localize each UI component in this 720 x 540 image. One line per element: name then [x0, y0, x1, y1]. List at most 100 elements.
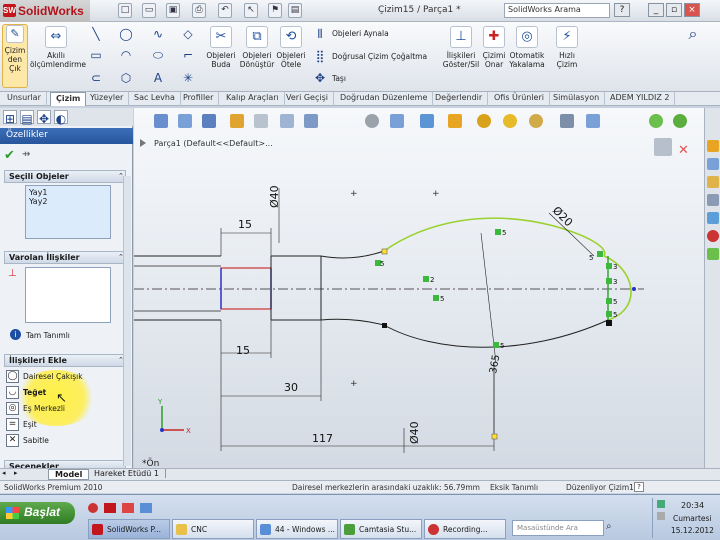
previous-view-icon[interactable] — [230, 114, 244, 128]
point-icon[interactable]: ✳ — [180, 70, 196, 86]
convert-entities-button[interactable]: ⧉ Objeleri Dönüştür — [238, 26, 276, 86]
print-icon[interactable]: ⎙ — [192, 3, 206, 18]
edit-appearance-icon[interactable] — [420, 114, 434, 128]
apply-scene-icon[interactable] — [448, 114, 462, 128]
tab-simulasyon[interactable]: Simülasyon — [548, 92, 606, 106]
exit-sketch-button[interactable]: ✎ Çizim den Çık — [2, 24, 28, 88]
trim-entities-button[interactable]: ✂ Objeleri Buda — [204, 26, 238, 86]
configuration-tab-icon[interactable]: ✥ — [37, 110, 51, 126]
dim-15-top[interactable]: 15 — [238, 218, 252, 231]
taskbar-camtasia[interactable]: Camtasia Stu... — [340, 519, 422, 539]
existing-relations-header[interactable]: Varolan İlişkiler — [4, 251, 126, 264]
relation-equal-button[interactable]: = Eşit — [6, 417, 124, 432]
scroll-right-icon[interactable]: ▸ — [14, 469, 24, 479]
design-library-icon[interactable] — [707, 158, 719, 170]
dim-diameter-40-bottom[interactable]: Ø40 — [408, 421, 421, 444]
open-folder-icon[interactable]: ▭ — [142, 3, 156, 18]
new-file-icon[interactable]: □ — [118, 3, 132, 18]
display-tab-icon[interactable]: ◐ — [54, 110, 68, 126]
undo-icon[interactable]: ↶ — [218, 3, 232, 18]
lights-icon[interactable] — [503, 114, 517, 128]
appearance-icon[interactable] — [649, 114, 663, 128]
dim-30[interactable]: 30 — [284, 381, 298, 394]
view-orientation-icon[interactable] — [202, 114, 216, 128]
ellipse-icon[interactable]: ⬭ — [150, 47, 166, 63]
tree-expand-icon[interactable] — [140, 139, 146, 147]
text-icon[interactable]: A — [150, 70, 166, 86]
tab-dogrudan-duzenleme[interactable]: Doğrudan Düzenleme — [335, 92, 434, 106]
tab-yuzeyler[interactable]: Yüzeyler — [85, 92, 130, 106]
mirror-label[interactable]: Objeleri Aynala — [332, 29, 389, 38]
rect-red[interactable] — [220, 267, 272, 310]
feature-tree-label[interactable]: Parça1 (Default<<Default>... — [154, 139, 273, 148]
tab-sac-levha[interactable]: Sac Levha — [129, 92, 181, 106]
tray-network-icon[interactable] — [657, 500, 665, 508]
endpoint-yellow-bottom[interactable] — [491, 433, 498, 440]
options-icon[interactable]: ▤ — [288, 3, 302, 18]
neck-bottom[interactable] — [320, 318, 385, 326]
display-style-icon[interactable] — [365, 114, 379, 128]
help-status-icon[interactable]: ? — [634, 482, 644, 492]
zoom-area-icon[interactable] — [178, 114, 192, 128]
polygon-icon[interactable]: ⬡ — [118, 70, 134, 86]
dynamic-annotation-icon[interactable] — [280, 114, 294, 128]
tab-motion-study[interactable]: Hareket Etüdü 1 — [88, 469, 166, 478]
dim-diameter-40-top[interactable]: Ø40 — [268, 185, 281, 208]
quicklaunch-record-icon[interactable] — [88, 503, 98, 513]
file-explorer-icon[interactable] — [707, 176, 719, 188]
restore-button[interactable]: ▫ — [666, 3, 682, 17]
appearances-icon[interactable] — [707, 230, 719, 242]
neck-top[interactable] — [320, 250, 385, 259]
taskbar-solidworks[interactable]: SolidWorks P... — [88, 519, 170, 539]
dim-15-bottom[interactable]: 15 — [236, 344, 250, 357]
tab-veri-gecisi[interactable]: Veri Geçişi — [281, 92, 334, 106]
offset-entities-button[interactable]: ⟲ Objeleri Ötele — [276, 26, 306, 86]
clock-time[interactable]: 20:34 — [681, 501, 704, 510]
start-button[interactable]: Başlat — [0, 502, 75, 524]
minimize-button[interactable]: _ — [648, 3, 664, 17]
endpoint-black-right[interactable] — [606, 320, 612, 326]
view-toolbar[interactable] — [154, 114, 687, 128]
fillet-icon[interactable]: ⌐ — [180, 47, 196, 63]
relation-coradial-button[interactable]: ◯ Dairesel Çakışık — [6, 369, 124, 384]
line-icon[interactable]: ╲ — [88, 26, 104, 42]
panel-scrollbar[interactable] — [123, 176, 131, 466]
tray-volume-icon[interactable] — [657, 512, 665, 520]
rapid-sketch-button[interactable]: ⚡ Hızlı Çizim — [550, 26, 584, 86]
linear-pattern-label[interactable]: Doğrusal Çizim Çoğaltma — [332, 52, 427, 61]
existing-relations-list[interactable] — [25, 267, 111, 323]
selected-entities-header[interactable]: Seçili Objeler — [4, 170, 126, 183]
view-palette-icon[interactable] — [707, 212, 719, 224]
slot-icon[interactable]: ⊂ — [88, 70, 104, 86]
endpoint-yellow[interactable] — [381, 248, 388, 255]
dim-365[interactable]: 365 — [488, 354, 502, 375]
circle-icon[interactable]: ◯ — [118, 26, 134, 42]
add-relations-header[interactable]: İlişkileri Ekle — [4, 354, 126, 367]
quicklaunch-desktop-icon[interactable] — [140, 503, 152, 513]
confirmation-corner[interactable]: ✕ — [654, 138, 689, 158]
save-icon[interactable]: ▣ — [166, 3, 180, 18]
rectangle-icon[interactable]: ▭ — [88, 47, 104, 63]
select-arrow-icon[interactable]: ↖ — [244, 3, 258, 18]
sketch-drawing[interactable]: Parça1 (Default<<Default>... 15 15 30 11… — [134, 108, 704, 468]
graphics-area[interactable]: Parça1 (Default<<Default>... 15 15 30 11… — [134, 108, 704, 468]
search-commands-icon[interactable]: ⌕ — [682, 26, 704, 48]
property-manager-tab-icon[interactable]: ▤ — [20, 110, 34, 126]
solidworks-search-input[interactable]: SolidWorks Arama — [504, 3, 610, 18]
endpoint-black[interactable] — [382, 323, 387, 328]
quick-snaps-button[interactable]: ◎ Otomatik Yakalama — [508, 26, 546, 86]
display-delete-relations-button[interactable]: ⊥ İlişkileri Göster/Sil — [440, 26, 482, 86]
custom-properties-icon[interactable] — [707, 248, 719, 260]
mirror-icon[interactable]: ⫴ — [312, 26, 328, 42]
taskbar-recording[interactable]: Recording... — [424, 519, 506, 539]
desktop-search-input[interactable]: Masaüstünde Ara — [512, 520, 604, 536]
tab-unsurlar[interactable]: Unsurlar — [2, 92, 47, 106]
pin-icon[interactable]: ⇸ — [22, 149, 30, 160]
relation-fix-button[interactable]: ✕ Sabitle — [6, 433, 124, 448]
zoom-fit-icon[interactable] — [154, 114, 168, 128]
list-item[interactable]: Yay1 — [29, 188, 107, 197]
repair-sketch-button[interactable]: ✚ Çizimi Onar — [482, 26, 506, 86]
home-icon[interactable] — [707, 140, 719, 152]
tab-kalip-araclari[interactable]: Kalıp Araçları — [221, 92, 285, 106]
taskbar-cnc[interactable]: CNC — [172, 519, 254, 539]
